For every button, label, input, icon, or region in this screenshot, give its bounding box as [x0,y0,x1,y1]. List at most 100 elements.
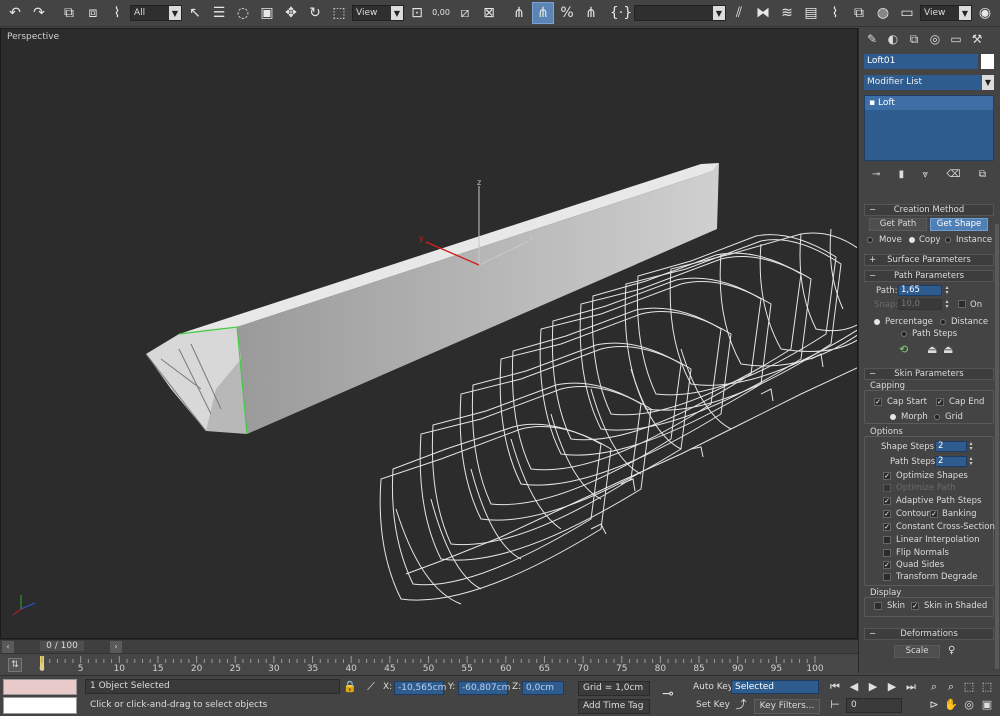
time-slider-right-arrow-icon[interactable]: › [110,641,122,653]
undo-icon[interactable]: ↶ [4,2,26,24]
instance-radio[interactable] [945,237,951,243]
distance-radio[interactable] [940,319,946,325]
angle-snap-icon[interactable]: ⋔ [532,2,554,24]
remove-modifier-icon[interactable]: ⌫ [946,169,960,180]
x-coordinate-field[interactable]: -10,565cm [394,681,446,695]
light-bulb-icon[interactable]: ♀ [948,645,955,656]
viewport-label[interactable]: Perspective [7,32,59,42]
graphite-tools-icon[interactable]: ▤ [800,2,822,24]
default-in-out-tangents-icon[interactable]: ⤴ [734,698,748,712]
scale-icon[interactable]: ⬚ [328,2,350,24]
rollout-path-parameters[interactable]: − Path Parameters [864,270,994,282]
window-crossing-icon[interactable]: ▣ [256,2,278,24]
optimize-path-checkbox[interactable] [883,484,891,492]
scale-deformation-button[interactable]: Scale [894,645,940,658]
skin-checkbox[interactable] [874,602,882,610]
snap-spinner[interactable]: 10,0 [898,299,942,310]
track-bar[interactable]: ⇅ 0 5 10 15 20 25 30 35 40 45 50 55 60 65 70 75 80 85 90 95… [0,653,858,675]
select-by-name-icon[interactable]: ☰ [208,2,230,24]
named-selection-dropdown[interactable]: ▼ [634,5,726,21]
zoom-icon[interactable]: ⌕ [927,680,941,694]
mirror-icon[interactable]: ⧄ [454,2,476,24]
cap-end-checkbox[interactable]: ✓ [936,398,944,406]
key-mode-toggle-icon[interactable]: ⊢ [828,698,842,712]
modify-tab-icon[interactable]: ◐ [884,31,902,47]
optimize-shapes-checkbox[interactable]: ✓ [883,472,891,480]
path-steps-spinner[interactable]: 2 [935,456,967,467]
spinner-arrows-icon[interactable]: ▴ ▾ [968,456,974,467]
transform-degrade-checkbox[interactable] [883,573,891,581]
linear-interpolation-checkbox[interactable] [883,536,891,544]
path-spinner[interactable]: 1,65 [898,285,942,296]
current-frame-field[interactable]: 0 [846,698,902,713]
region-select-icon[interactable]: ◌ [232,2,254,24]
zoom-all-icon[interactable]: ⌕ [944,680,958,694]
maxscript-input-mini[interactable] [3,697,77,714]
field-of-view-icon[interactable]: ⊳ [927,698,941,712]
show-end-result-icon[interactable]: ▮ [899,169,905,180]
absolute-mode-icon[interactable]: ⟋ [364,680,378,694]
spinner-arrows-icon[interactable]: ▴ ▾ [944,299,950,310]
loft-object[interactable] [145,163,719,435]
edit-named-selections-icon[interactable]: {⋅} [610,2,632,24]
curve-editor-icon[interactable]: ⌇ [824,2,846,24]
time-slider[interactable]: ‹ 0 / 100 › [0,639,858,653]
morph-radio[interactable] [890,414,896,420]
move-radio[interactable] [867,237,873,243]
spinner-snap-icon[interactable]: ⋔ [580,2,602,24]
mirror-tool-icon[interactable]: ⫽ [728,2,750,24]
previous-frame-icon[interactable]: ◀ [847,680,861,694]
key-mode-dropdown[interactable]: Selected [731,680,819,694]
orbit-icon[interactable]: ◎ [962,698,976,712]
link-icon[interactable]: ⧉ [58,2,80,24]
grid-radio[interactable] [934,414,940,420]
maxscript-listener-mini[interactable] [3,679,77,695]
unlink-icon[interactable]: ⧈ [82,2,104,24]
selection-filter-dropdown[interactable]: All ▼ [130,5,182,21]
auto-key-button[interactable]: Auto Key [693,682,733,692]
go-to-start-icon[interactable]: ⏮ [828,680,842,694]
reference-coordinate-dropdown[interactable]: View ▼ [352,5,404,21]
rollout-skin-parameters[interactable]: − Skin Parameters [864,368,994,380]
utilities-tab-icon[interactable]: ⚒ [968,31,986,47]
create-tab-icon[interactable]: ✎ [863,31,881,47]
percent-snap-icon[interactable]: % [556,2,578,24]
pan-view-icon[interactable]: ✋ [944,698,958,712]
contour-checkbox[interactable]: ✓ [883,510,891,518]
configure-modifier-sets-icon[interactable]: ⧉ [979,169,986,180]
render-view-dropdown[interactable]: View ▼ [920,5,972,21]
z-coordinate-field[interactable]: 0,0cm [522,681,564,695]
modifier-list-dropdown[interactable]: Modifier List ▼ [864,75,994,90]
align-tool-icon[interactable]: ⧓ [752,2,774,24]
modifier-stack-item[interactable]: ▪ Loft [865,96,993,110]
key-filters-button[interactable]: Key Filters... [754,699,820,714]
y-coordinate-field[interactable]: -60,807cm [458,681,510,695]
zoom-extents-all-icon[interactable]: ⬚ [980,680,994,694]
angle-snap-value-button[interactable]: 0,00 [430,2,452,24]
time-slider-left-arrow-icon[interactable]: ‹ [2,641,14,653]
command-panel-scrollbar[interactable] [995,224,999,669]
display-tab-icon[interactable]: ▭ [947,31,965,47]
snap-toggle-icon[interactable]: ⋔ [508,2,530,24]
rollout-surface-parameters[interactable]: + Surface Parameters [864,254,994,266]
get-path-button[interactable]: Get Path [869,218,927,231]
previous-shape-icon[interactable]: ⏏ [927,343,937,356]
play-icon[interactable]: ▶ [866,680,880,694]
align-icon[interactable]: ⊠ [478,2,500,24]
motion-tab-icon[interactable]: ◎ [926,31,944,47]
banking-checkbox[interactable]: ✓ [930,510,938,518]
next-shape-icon[interactable]: ⏏ [943,343,953,356]
modifier-stack[interactable]: ▪ Loft [864,95,994,161]
constant-cross-section-checkbox[interactable]: ✓ [883,523,891,531]
select-object-icon[interactable]: ↖ [184,2,206,24]
redo-icon[interactable]: ↷ [28,2,50,24]
material-editor-icon[interactable]: ◍ [872,2,894,24]
rollout-creation-method[interactable]: − Creation Method [864,204,994,216]
set-key-button[interactable]: Set Key [696,700,730,710]
snap-on-checkbox[interactable] [958,300,966,308]
layer-manager-icon[interactable]: ≋ [776,2,798,24]
object-name-field[interactable]: Loft01 [864,54,978,69]
pin-stack-icon[interactable]: ⊸ [872,169,880,180]
perspective-viewport[interactable]: z x y Perspective [0,28,858,639]
set-key-icon[interactable]: ⊸ [661,687,675,701]
